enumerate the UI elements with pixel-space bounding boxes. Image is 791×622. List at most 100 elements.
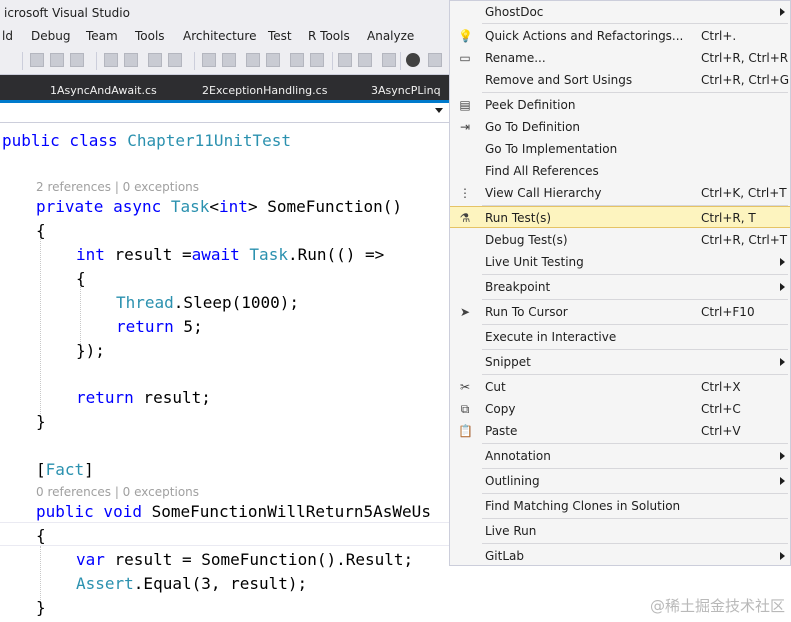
- menu-item-snippet[interactable]: Snippet: [450, 351, 790, 373]
- submenu-arrow-icon: [780, 283, 785, 291]
- submenu-arrow-icon: [780, 358, 785, 366]
- rename-icon: ▭: [459, 51, 471, 65]
- lightbulb-icon: 💡: [458, 29, 473, 43]
- context-menu: GhostDoc 💡 Quick Actions and Refactoring…: [449, 0, 791, 566]
- menu-separator: [482, 518, 788, 519]
- toolbar-button[interactable]: [202, 53, 216, 67]
- navigation-bar[interactable]: [0, 103, 449, 123]
- menu-item-label: Rename...: [485, 51, 546, 65]
- menu-separator: [482, 92, 788, 93]
- toolbar-button[interactable]: [310, 53, 324, 67]
- indent-guide: [40, 228, 41, 416]
- menu-item-live-unit-testing[interactable]: Live Unit Testing: [450, 251, 790, 273]
- codelens-references[interactable]: 0 references | 0 exceptions: [36, 485, 199, 499]
- toolbar-button[interactable]: [246, 53, 260, 67]
- menu-item-label: Quick Actions and Refactorings...: [485, 29, 684, 43]
- menu-analyze[interactable]: Analyze: [367, 29, 414, 43]
- code-line: {: [36, 526, 46, 545]
- menu-item-label: Cut: [485, 380, 506, 394]
- code-text: > SomeFunction(): [247, 197, 403, 216]
- menu-item-label: Copy: [485, 402, 516, 416]
- chevron-down-icon[interactable]: [435, 108, 443, 113]
- menu-item-execute-interactive[interactable]: Execute in Interactive: [450, 326, 790, 348]
- watermark: @稀土掘金技术社区: [649, 597, 785, 615]
- menu-separator: [482, 443, 788, 444]
- menu-r-tools[interactable]: R Tools: [308, 29, 350, 43]
- menu-item-go-to-definition[interactable]: ⇥ Go To Definition: [450, 116, 790, 138]
- menu-item-paste[interactable]: 📋 Paste Ctrl+V: [450, 420, 790, 442]
- menu-team[interactable]: Team: [86, 29, 118, 43]
- code-line: Assert.Equal(3, result);: [76, 574, 307, 593]
- menu-debug[interactable]: Debug: [31, 29, 70, 43]
- menu-build[interactable]: ld: [2, 29, 13, 43]
- toolbar-button[interactable]: [104, 53, 118, 67]
- menu-separator: [482, 468, 788, 469]
- toolbar-button[interactable]: [50, 53, 64, 67]
- menu-item-shortcut: Ctrl+K, Ctrl+T: [701, 186, 787, 200]
- menu-item-live-run[interactable]: Live Run: [450, 520, 790, 542]
- menu-separator: [482, 23, 788, 24]
- menu-item-shortcut: Ctrl+V: [701, 424, 741, 438]
- toolbar-button[interactable]: [358, 53, 372, 67]
- tab-3asyncplinq[interactable]: 3AsyncPLinq: [371, 84, 441, 97]
- menu-item-rename[interactable]: ▭ Rename... Ctrl+R, Ctrl+R: [450, 47, 790, 69]
- code-line: private async Task<int> SomeFunction(): [36, 197, 402, 216]
- toolbar: [0, 47, 449, 75]
- menu-item-go-to-implementation[interactable]: Go To Implementation: [450, 138, 790, 160]
- menu-item-shortcut: Ctrl+R, Ctrl+R: [701, 51, 789, 65]
- code-line: public void SomeFunctionWillReturn5AsWeU…: [36, 502, 431, 521]
- code-text: .Run(() =>: [287, 245, 385, 264]
- menu-separator: [482, 324, 788, 325]
- menu-item-copy[interactable]: ⧉ Copy Ctrl+C: [450, 398, 790, 420]
- menu-item-find-matching-clones[interactable]: Find Matching Clones in Solution: [450, 495, 790, 517]
- menu-item-ghostdoc[interactable]: GhostDoc: [450, 1, 790, 23]
- menu-item-cut[interactable]: ✂ Cut Ctrl+X: [450, 376, 790, 398]
- menu-item-breakpoint[interactable]: Breakpoint: [450, 276, 790, 298]
- menu-item-quick-actions[interactable]: 💡 Quick Actions and Refactorings... Ctrl…: [450, 25, 790, 47]
- toolbar-button[interactable]: [290, 53, 304, 67]
- menu-item-label: Find Matching Clones in Solution: [485, 499, 681, 513]
- menu-item-annotation[interactable]: Annotation: [450, 445, 790, 467]
- tab-1asyncandawait[interactable]: 1AsyncAndAwait.cs: [50, 84, 157, 97]
- menu-architecture[interactable]: Architecture: [183, 29, 256, 43]
- toolbar-button[interactable]: [382, 53, 396, 67]
- menu-item-gitlab[interactable]: GitLab: [450, 545, 790, 567]
- toolbar-button[interactable]: [168, 53, 182, 67]
- menu-separator: [482, 274, 788, 275]
- menu-item-debug-tests[interactable]: Debug Test(s) Ctrl+R, Ctrl+T: [450, 229, 790, 251]
- codelens-references[interactable]: 2 references | 0 exceptions: [36, 180, 199, 194]
- keyword: int: [219, 197, 248, 216]
- tab-2exceptionhandling[interactable]: 2ExceptionHandling.cs: [202, 84, 327, 97]
- keyword: return: [76, 388, 134, 407]
- menu-item-label: GhostDoc: [485, 5, 544, 19]
- code-text: result;: [133, 388, 211, 407]
- go-to-definition-icon: ⇥: [459, 120, 471, 134]
- code-editor[interactable]: public class Chapter11UnitTest 2 referen…: [0, 124, 449, 622]
- toolbar-button[interactable]: [30, 53, 44, 67]
- menu-tools[interactable]: Tools: [135, 29, 165, 43]
- toolbar-button[interactable]: [428, 53, 442, 67]
- toolbar-button[interactable]: [70, 53, 84, 67]
- keyword: int: [76, 245, 105, 264]
- menu-item-remove-sort-usings[interactable]: Remove and Sort Usings Ctrl+R, Ctrl+G: [450, 69, 790, 91]
- menu-item-label: Outlining: [485, 474, 540, 488]
- menu-item-run-tests[interactable]: ⚗ Run Test(s) Ctrl+R, T: [450, 206, 790, 228]
- menu-item-view-call-hierarchy[interactable]: ⋮ View Call Hierarchy Ctrl+K, Ctrl+T: [450, 182, 790, 204]
- toolbar-button[interactable]: [338, 53, 352, 67]
- menu-item-label: Live Run: [485, 524, 537, 538]
- menu-item-label: Run To Cursor: [485, 305, 568, 319]
- toolbar-button[interactable]: [148, 53, 162, 67]
- menu-item-shortcut: Ctrl+F10: [701, 305, 755, 319]
- menu-item-peek-definition[interactable]: ▤ Peek Definition: [450, 94, 790, 116]
- menu-item-find-all-references[interactable]: Find All References: [450, 160, 790, 182]
- toolbar-button[interactable]: [124, 53, 138, 67]
- type-name: Chapter11UnitTest: [127, 131, 291, 150]
- toolbar-button[interactable]: [266, 53, 280, 67]
- code-line: {: [36, 221, 46, 240]
- menu-item-run-to-cursor[interactable]: ➤ Run To Cursor Ctrl+F10: [450, 301, 790, 323]
- navigate-back-icon[interactable]: [406, 53, 420, 67]
- toolbar-button[interactable]: [222, 53, 236, 67]
- menu-item-outlining[interactable]: Outlining: [450, 470, 790, 492]
- type-name: Fact: [45, 460, 85, 479]
- menu-test[interactable]: Test: [268, 29, 292, 43]
